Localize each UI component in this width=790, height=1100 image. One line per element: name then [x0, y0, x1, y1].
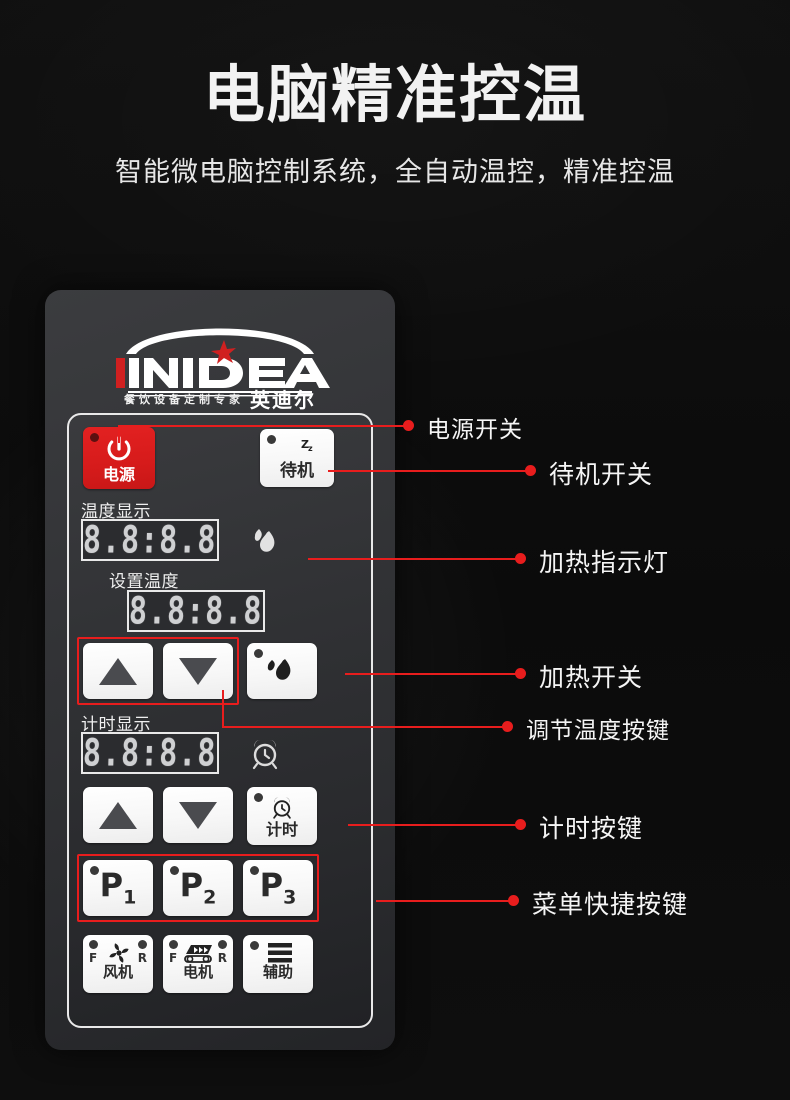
- callout-standby-switch: 待机开关: [549, 460, 654, 489]
- standby-button[interactable]: Z z 待机: [260, 429, 334, 487]
- heat-led-icon: [254, 649, 263, 658]
- motor-reverse-led-icon: [218, 940, 227, 949]
- motor-forward-led-icon: [169, 940, 178, 949]
- header: 电脑精准控温 智能微电脑控制系统，全自动温控，精准控温: [0, 0, 790, 189]
- timer-button[interactable]: 计时: [247, 787, 317, 845]
- alarm-clock-icon: [273, 797, 291, 819]
- alarm-indicator-icon: [252, 739, 278, 770]
- triangle-down-icon: [179, 657, 217, 685]
- p1-led-icon: [90, 866, 99, 875]
- heating-indicator-icon: [254, 529, 275, 552]
- leader-dot-heat-lamp: [515, 553, 526, 564]
- leader-temp-adjust-vertical: [222, 690, 224, 728]
- inidea-logo-icon: [116, 328, 330, 397]
- panel-inner-area: 电源 Z z 待机 温度显示 8.8:8.8 设置温度 8.8:8.8 计时显示…: [67, 413, 373, 1028]
- timer-display-value: 8.8:8.8: [82, 731, 218, 775]
- fan-icon: [109, 943, 129, 963]
- moon-zz-icon: Z z: [286, 438, 313, 460]
- p1-sub: 1: [123, 886, 137, 909]
- p3-sub: 3: [283, 886, 297, 909]
- leader-heat-switch-horizontal: [345, 673, 520, 675]
- fan-forward-label: F: [89, 951, 98, 965]
- set-temp-label: 设置温度: [109, 572, 179, 592]
- timer-up-button[interactable]: [83, 787, 153, 843]
- bars-icon: [268, 943, 292, 963]
- p2-label: P: [179, 865, 204, 904]
- callout-menu-shortcut-keys: 菜单快捷按键: [532, 890, 689, 919]
- flame-icon: [267, 659, 291, 680]
- set-temperature-display-value: 8.8:8.8: [128, 589, 264, 633]
- motor-button-label: 电机: [182, 962, 213, 981]
- svg-text:z: z: [308, 444, 313, 453]
- fan-reverse-led-icon: [138, 940, 147, 949]
- timer-led-icon: [254, 793, 263, 802]
- fan-button[interactable]: F R 风机: [83, 935, 153, 993]
- conveyor-icon: [184, 945, 212, 963]
- p3-led-icon: [250, 866, 259, 875]
- callout-power-switch: 电源开关: [427, 417, 523, 443]
- preset-p3-button[interactable]: P3: [243, 860, 313, 916]
- heat-button[interactable]: [247, 643, 317, 699]
- timer-down-button[interactable]: [163, 787, 233, 843]
- callout-heating-switch: 加热开关: [539, 663, 644, 692]
- leader-dot-power: [403, 420, 414, 431]
- fan-forward-led-icon: [89, 940, 98, 949]
- leader-menu-horizontal: [376, 900, 513, 902]
- power-button-label: 电源: [102, 464, 135, 484]
- callout-temp-adjust-keys: 调节温度按键: [526, 718, 670, 744]
- leader-dot-heat-switch: [515, 668, 526, 679]
- preset-p2-button[interactable]: P2: [163, 860, 233, 916]
- power-led-icon: [90, 433, 99, 442]
- p2-led-icon: [170, 866, 179, 875]
- p3-label: P: [259, 865, 284, 904]
- temperature-display: 8.8:8.8: [81, 518, 219, 562]
- motor-forward-label: F: [169, 951, 178, 965]
- leader-dot-timer: [515, 819, 526, 830]
- leader-dot-standby: [525, 465, 536, 476]
- callout-heating-indicator: 加热指示灯: [539, 548, 670, 577]
- triangle-up-icon: [99, 657, 137, 685]
- leader-timer-horizontal: [348, 824, 520, 826]
- callout-timer-key: 计时按键: [539, 814, 644, 843]
- page-subtitle: 智能微电脑控制系统，全自动温控，精准控温: [115, 156, 675, 188]
- brand-logo: 餐饮设备定制专家 英迪尔: [45, 312, 395, 410]
- leader-dot-menu: [508, 895, 519, 906]
- triangle-down-icon: [179, 801, 217, 829]
- page-title: 电脑精准控温: [202, 58, 587, 131]
- leader-dot-temp-adjust: [502, 721, 513, 732]
- p1-label: P: [99, 865, 124, 904]
- fan-button-label: 风机: [102, 962, 133, 981]
- timer-button-label: 计时: [265, 820, 298, 839]
- triangle-up-icon: [99, 801, 137, 829]
- temp-up-button[interactable]: [83, 643, 153, 699]
- aux-button[interactable]: 辅助: [243, 935, 313, 993]
- standby-button-label: 待机: [280, 461, 314, 481]
- control-panel: 餐饮设备定制专家 英迪尔 电源 Z z 待机 温度显示 8.8:8.8 设置温度…: [45, 290, 395, 1050]
- timer-display: 8.8:8.8: [81, 731, 219, 775]
- aux-button-label: 辅助: [262, 962, 293, 981]
- fan-reverse-label: R: [137, 951, 147, 965]
- standby-led-icon: [267, 435, 276, 444]
- set-temperature-display: 8.8:8.8: [127, 589, 265, 633]
- leader-heat-lamp-horizontal: [308, 558, 520, 560]
- motor-button[interactable]: F R 电机: [163, 935, 233, 993]
- leader-power-horizontal: [118, 425, 408, 427]
- temperature-display-value: 8.8:8.8: [82, 518, 218, 562]
- motor-reverse-label: R: [217, 951, 227, 965]
- p2-sub: 2: [203, 886, 217, 909]
- preset-p1-button[interactable]: P1: [83, 860, 153, 916]
- aux-led-icon: [250, 941, 259, 950]
- leader-power-vertical: [118, 425, 120, 443]
- leader-temp-adjust-horizontal: [222, 726, 507, 728]
- leader-standby-horizontal: [328, 470, 530, 472]
